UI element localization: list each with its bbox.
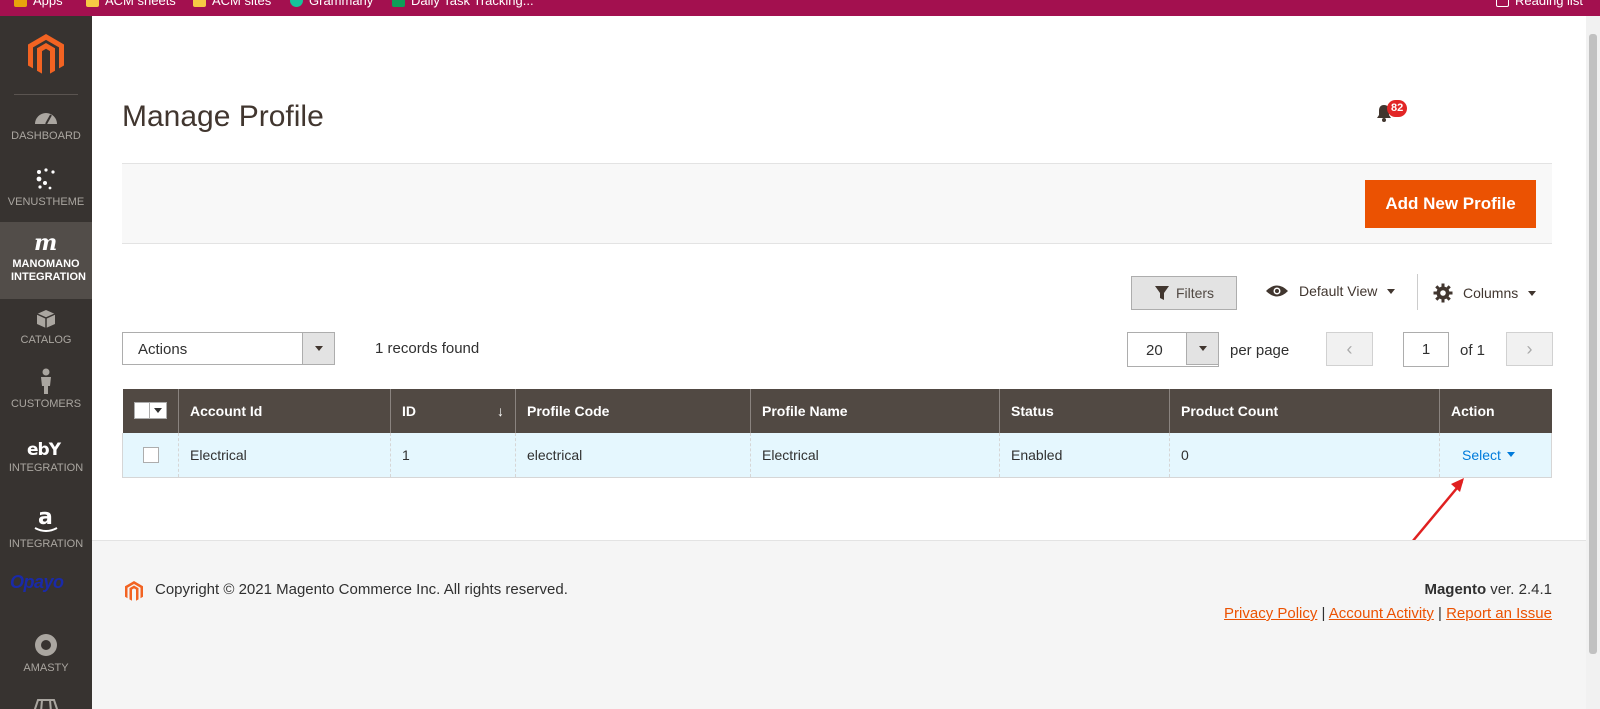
cell-profile-code: electrical xyxy=(515,433,751,478)
report-issue-link[interactable]: Report an Issue xyxy=(1446,605,1552,622)
page-number-input[interactable]: 1 xyxy=(1403,332,1449,367)
magento-footer-logo xyxy=(125,581,143,601)
copyright-text: Copyright © 2021 Magento Commerce Inc. A… xyxy=(155,581,568,598)
next-page-button[interactable]: › xyxy=(1506,332,1553,366)
person-icon xyxy=(41,368,51,394)
per-page-arrow[interactable] xyxy=(1186,332,1219,365)
cell-product-count: 0 xyxy=(1169,433,1440,478)
filters-button[interactable]: Filters xyxy=(1131,276,1237,310)
cell-action: Select xyxy=(1439,433,1552,478)
box-icon xyxy=(36,310,56,328)
toolbar-divider xyxy=(1417,274,1418,310)
apps-icon xyxy=(14,0,27,7)
select-arrow[interactable] xyxy=(302,332,335,365)
reading-list[interactable]: Reading list xyxy=(1496,0,1583,8)
column-status[interactable]: Status xyxy=(999,389,1170,433)
columns-dropdown[interactable]: Columns xyxy=(1433,283,1537,303)
page-scrollbar[interactable] xyxy=(1586,16,1600,709)
column-profile-name[interactable]: Profile Name xyxy=(750,389,1000,433)
profiles-grid: Account Id ID ↓ Profile Code Profile Name… xyxy=(122,389,1552,478)
svg-text:a: a xyxy=(38,506,53,530)
bookmark-grammarly[interactable]: Grammarly xyxy=(290,0,373,8)
row-checkbox[interactable] xyxy=(143,446,159,463)
footer-links: Privacy Policy | Account Activity | Repo… xyxy=(1224,605,1552,622)
bookmark-acm-sheets[interactable]: ACM sheets xyxy=(86,0,176,8)
nav-ebay-integration[interactable]: ebY INTEGRATION xyxy=(0,440,92,504)
funnel-icon xyxy=(1154,286,1169,300)
cell-status: Enabled xyxy=(999,433,1170,478)
manomano-icon: m xyxy=(34,232,57,254)
svg-text:ebY: ebY xyxy=(27,440,62,458)
privacy-policy-link[interactable]: Privacy Policy xyxy=(1224,605,1317,622)
default-view-dropdown[interactable]: Default View xyxy=(1265,283,1396,299)
nav-amazon-integration[interactable]: a INTEGRATION xyxy=(0,506,92,570)
sort-arrow-icon: ↓ xyxy=(497,403,504,419)
nav-customers[interactable]: CUSTOMERS xyxy=(0,368,92,432)
grammarly-icon xyxy=(290,0,303,7)
column-product-count[interactable]: Product Count xyxy=(1169,389,1440,433)
cell-id: 1 xyxy=(390,433,516,478)
notification-count-badge[interactable]: 82 xyxy=(1387,100,1408,117)
gear-icon xyxy=(1433,283,1453,303)
chevron-right-icon: › xyxy=(1526,338,1533,359)
page-actions-bar xyxy=(122,163,1552,244)
cell-profile-name: Electrical xyxy=(750,433,1000,478)
mass-select-checkbox[interactable] xyxy=(133,401,167,419)
nav-catalog[interactable]: CATALOG xyxy=(0,308,92,368)
account-activity-link[interactable]: Account Activity xyxy=(1329,605,1434,622)
caret-down-icon xyxy=(1528,290,1537,296)
mass-actions-select[interactable]: Actions xyxy=(122,332,335,365)
mass-select-header[interactable] xyxy=(122,389,179,433)
reading-list-icon xyxy=(1496,0,1509,7)
caret-down-icon xyxy=(1506,452,1515,458)
folder-icon xyxy=(193,0,206,7)
records-found: 1 records found xyxy=(375,340,480,357)
row-select-cell[interactable] xyxy=(122,433,179,478)
table-row[interactable]: Electrical 1 electrical Electrical Enabl… xyxy=(122,433,1552,478)
annotation-arrow xyxy=(1411,478,1464,543)
column-action: Action xyxy=(1439,389,1552,433)
page-title: Manage Profile xyxy=(122,100,324,133)
grid-header-row: Account Id ID ↓ Profile Code Profile Name… xyxy=(122,389,1552,433)
ebay-icon: ebY xyxy=(27,440,63,458)
page-footer xyxy=(92,540,1586,709)
column-account-id[interactable]: Account Id xyxy=(178,389,391,433)
svg-text:m: m xyxy=(34,232,57,254)
opayo-logo[interactable]: Opayo xyxy=(10,572,64,593)
nav-manomano-integration[interactable]: m MANOMANO INTEGRATION xyxy=(0,222,92,299)
admin-sidebar: DASHBOARD VENUSTHEME m MANOMANO INTEGRAT… xyxy=(0,16,92,709)
add-new-profile-button[interactable]: Add New Profile xyxy=(1365,180,1536,228)
per-page-label: per page xyxy=(1230,342,1290,359)
logo-divider xyxy=(14,94,78,95)
caret-down-icon xyxy=(153,407,162,413)
row-action-select[interactable]: Select xyxy=(1462,447,1515,463)
amasty-icon xyxy=(35,634,57,656)
bookmarks-bar: Apps ACM sheets ACM sites Grammarly Dail… xyxy=(0,0,1600,16)
magento-version: Magento ver. 2.4.1 xyxy=(1424,581,1552,598)
folder-icon xyxy=(86,0,99,7)
sparkle-icon xyxy=(36,168,55,190)
bookmark-apps[interactable]: Apps xyxy=(14,0,63,8)
page-total: of 1 xyxy=(1460,342,1486,359)
scrollbar-thumb[interactable] xyxy=(1589,34,1597,654)
bookmark-daily-task[interactable]: Daily Task Tracking... xyxy=(392,0,534,8)
caret-down-icon xyxy=(314,346,323,351)
nav-amasty[interactable]: AMASTY xyxy=(0,632,92,692)
column-id[interactable]: ID ↓ xyxy=(390,389,516,433)
nav-dashboard[interactable]: DASHBOARD xyxy=(0,108,92,168)
previous-page-button[interactable]: ‹ xyxy=(1326,332,1373,366)
chevron-left-icon: ‹ xyxy=(1346,338,1353,359)
gauge-icon xyxy=(35,113,57,125)
per-page-select[interactable]: 20 xyxy=(1127,332,1219,367)
bookmark-acm-sites[interactable]: ACM sites xyxy=(193,0,271,8)
eye-icon xyxy=(1266,285,1288,297)
cell-account-id: Electrical xyxy=(178,433,391,478)
amazon-icon: a xyxy=(34,506,58,532)
caret-down-icon xyxy=(1387,288,1396,294)
column-profile-code[interactable]: Profile Code xyxy=(515,389,751,433)
caret-down-icon xyxy=(1198,346,1207,351)
store-icon[interactable] xyxy=(32,698,60,709)
sheets-icon xyxy=(392,0,405,7)
magento-logo[interactable] xyxy=(26,32,66,78)
